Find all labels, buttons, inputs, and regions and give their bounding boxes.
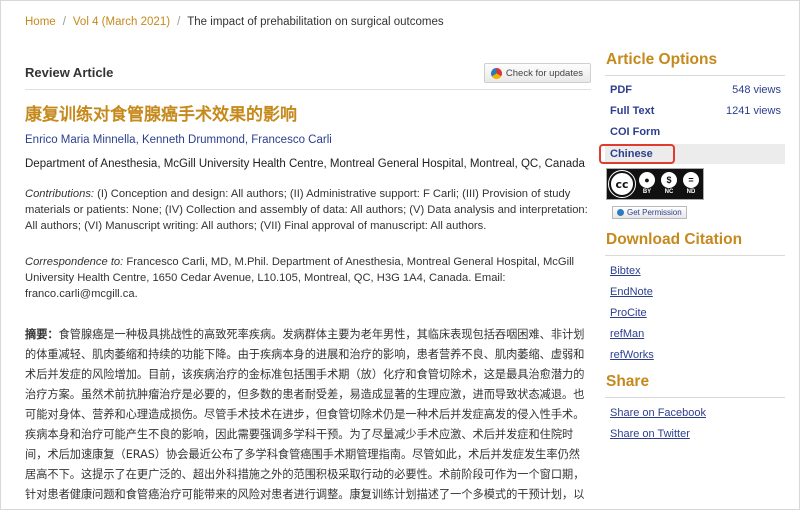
breadcrumb: Home / Vol 4 (March 2021) / The impact of pr…: [25, 16, 444, 28]
option-label: PDF: [610, 84, 632, 96]
article-title: 康复训练对食管腺癌手术效果的影响: [25, 105, 297, 125]
person-icon: ●: [639, 172, 655, 188]
option-label: COI Form: [610, 126, 661, 138]
citation-bibtex[interactable]: Bibtex: [610, 265, 641, 277]
citation-endnote[interactable]: EndNote: [610, 286, 653, 298]
correspondence: Correspondence to: Francesco Carli, MD, …: [25, 254, 591, 302]
author-link[interactable]: Francesco Carli: [251, 134, 332, 146]
download-citation-heading: Download Citation: [606, 231, 743, 248]
share-facebook[interactable]: Share on Facebook: [610, 407, 706, 419]
breadcrumb-separator: /: [62, 16, 66, 28]
license-nd: ND: [686, 189, 696, 195]
divider: [605, 397, 785, 398]
abstract: 摘要：食管腺癌是一种极具挑战性的高致死率疾病。发病群体主要为老年男性，其临床表现…: [25, 325, 591, 505]
divider: [605, 75, 785, 76]
license-by: BY: [642, 189, 652, 195]
breadcrumb-home[interactable]: Home: [25, 16, 56, 28]
no-dollar-icon: $: [661, 172, 677, 188]
copyright-icon: [617, 209, 624, 216]
get-permission-button[interactable]: Get Permission: [612, 206, 687, 219]
divider: [25, 89, 591, 90]
author-link[interactable]: Kenneth Drummond: [142, 134, 245, 146]
share-twitter[interactable]: Share on Twitter: [610, 428, 690, 440]
contributions-label: Contributions:: [25, 188, 95, 200]
author-link[interactable]: Enrico Maria Minnella: [25, 134, 136, 146]
correspondence-label: Correspondence to:: [25, 256, 124, 268]
divider: [605, 255, 785, 256]
check-updates-label: Check for updates: [505, 67, 583, 79]
abstract-label: 摘要：: [25, 328, 59, 341]
license-nc: NC: [664, 189, 674, 195]
citation-refworks[interactable]: refWorks: [610, 349, 654, 361]
option-views: 548 views: [732, 84, 781, 96]
contributions: Contributions: (I) Conception and design…: [25, 186, 591, 234]
contributions-text: (I) Conception and design: All authors; …: [25, 188, 588, 232]
option-pdf[interactable]: PDF 548 views: [605, 80, 785, 100]
cc-license-badge[interactable]: cc ● BY $ NC = ND: [606, 168, 704, 200]
equals-icon: =: [683, 172, 699, 188]
article-type: Review Article: [25, 65, 114, 80]
check-updates-button[interactable]: Check for updates: [483, 63, 591, 83]
highlight-box: [599, 144, 675, 164]
affiliation: Department of Anesthesia, McGill Univers…: [25, 158, 585, 170]
citation-procite[interactable]: ProCite: [610, 307, 647, 319]
breadcrumb-separator: /: [177, 16, 181, 28]
citation-refman[interactable]: refMan: [610, 328, 644, 340]
option-label: Full Text: [610, 105, 655, 117]
get-permission-label: Get Permission: [627, 208, 682, 217]
abstract-text: 食管腺癌是一种极具挑战性的高致死率疾病。发病群体主要为老年男性，其临床表现包括吞…: [25, 328, 585, 501]
crossmark-icon: [490, 67, 502, 79]
option-views: 1241 views: [725, 105, 781, 117]
page-frame: Home / Vol 4 (March 2021) / The impact of pr…: [0, 0, 800, 510]
option-full-text[interactable]: Full Text 1241 views: [605, 101, 785, 121]
breadcrumb-current: The impact of prehabilitation on surgica…: [187, 16, 444, 28]
option-coi-form[interactable]: COI Form: [605, 122, 785, 142]
cc-icon: cc: [608, 170, 636, 198]
breadcrumb-volume[interactable]: Vol 4 (March 2021): [73, 16, 170, 28]
author-list: Enrico Maria Minnella, Kenneth Drummond,…: [25, 134, 332, 146]
article-options-heading: Article Options: [606, 51, 718, 68]
share-heading: Share: [606, 373, 650, 390]
